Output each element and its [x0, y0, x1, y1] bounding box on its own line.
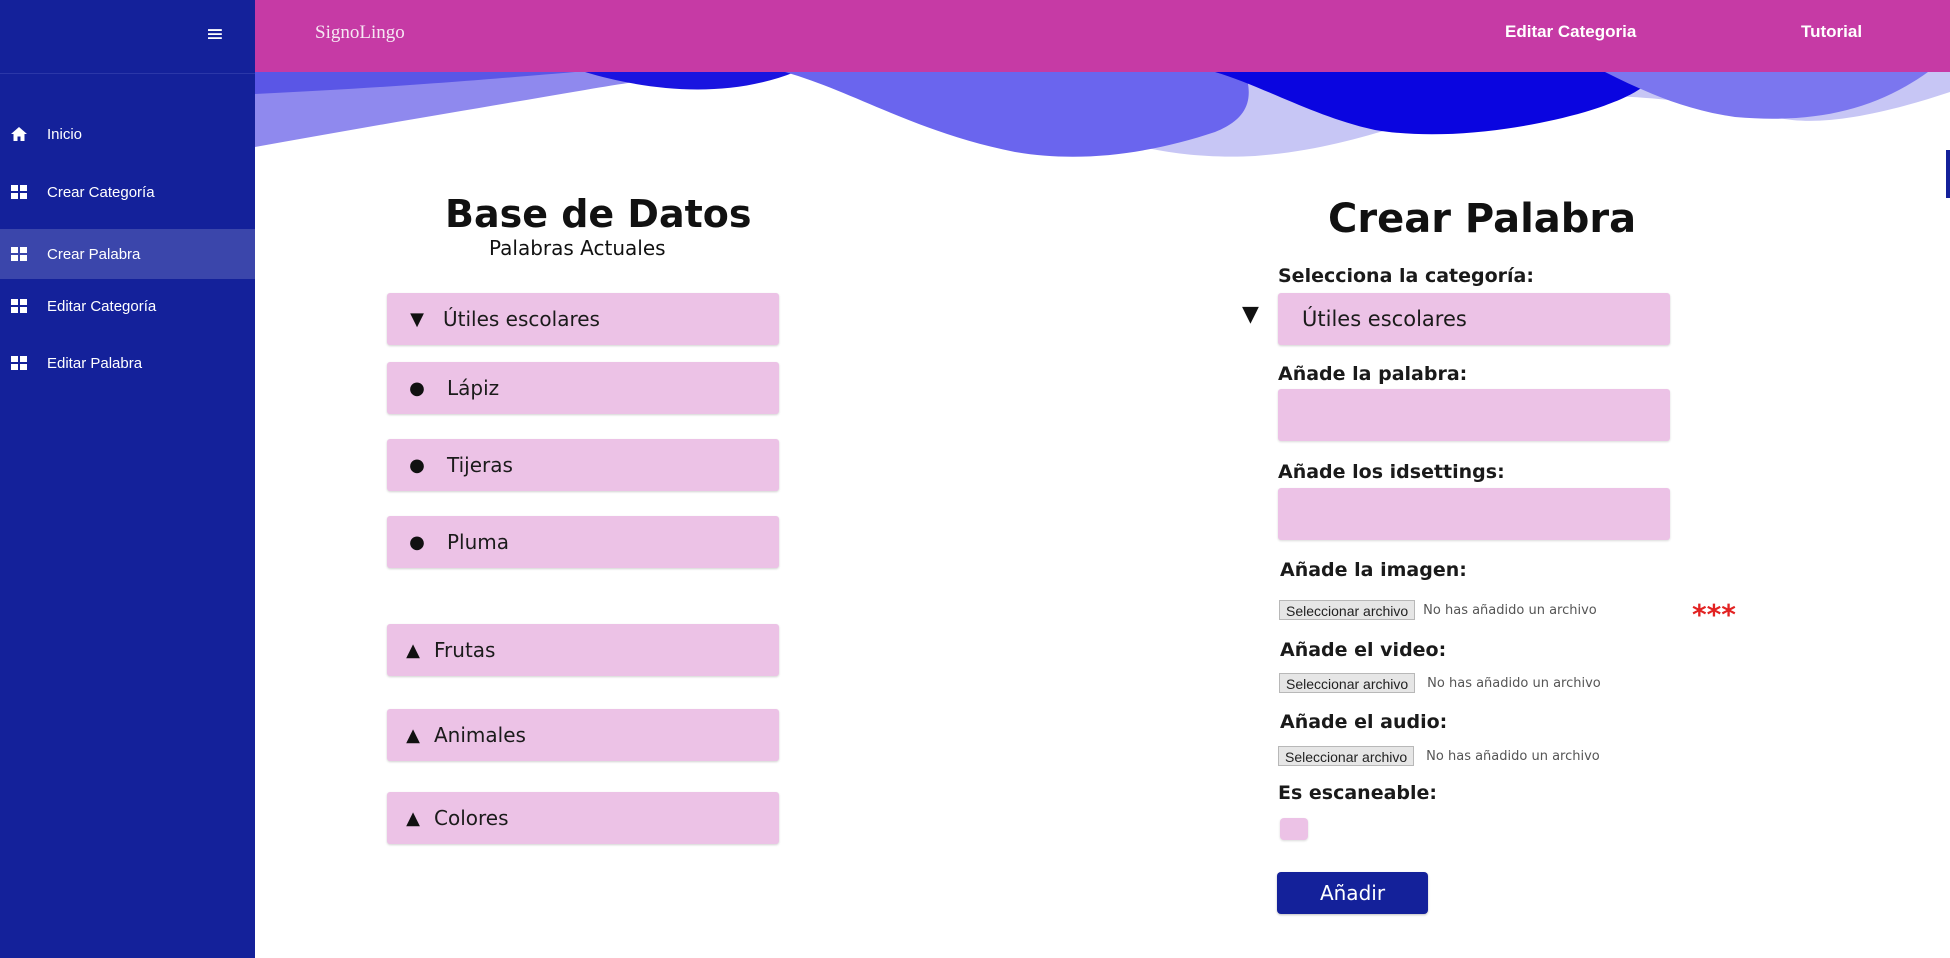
word-item-pluma[interactable]: ● Pluma — [387, 516, 779, 568]
scroll-edge-indicator — [1946, 150, 1950, 198]
sidebar-item-editar-categoria[interactable]: Editar Categoría — [0, 281, 255, 331]
sidebar-item-editar-palabra[interactable]: Editar Palabra — [0, 338, 255, 388]
sidebar-item-inicio[interactable]: Inicio — [0, 109, 255, 159]
sidebar: ≡ Inicio Crear Categoría Crear Palabra E… — [0, 0, 255, 958]
category-animales[interactable]: ▲ Animales — [387, 709, 779, 761]
video-file-status: No has añadido un archivo — [1427, 675, 1601, 691]
grid-icon — [10, 183, 28, 201]
word-label: Lápiz — [447, 376, 500, 400]
category-select[interactable]: Útiles escolares — [1278, 293, 1670, 345]
category-label: Animales — [434, 723, 526, 747]
word-input[interactable] — [1278, 389, 1670, 441]
category-frutas[interactable]: ▲ Frutas — [387, 624, 779, 676]
add-word-button-label: Añadir — [1319, 881, 1386, 905]
image-file-picker: Seleccionar archivo No has añadido un ar… — [1279, 600, 1597, 620]
word-field-label: Añade la palabra: — [1278, 363, 1468, 385]
decorative-waves — [255, 72, 1950, 157]
grid-icon — [10, 354, 28, 372]
image-file-status: No has añadido un archivo — [1423, 602, 1597, 618]
category-label: Útiles escolares — [443, 307, 600, 331]
video-file-button[interactable]: Seleccionar archivo — [1279, 673, 1416, 693]
bullet-icon: ● — [409, 454, 425, 476]
sidebar-item-label: Crear Categoría — [47, 183, 155, 201]
add-word-button[interactable]: Añadir — [1277, 872, 1428, 914]
form-title: Crear Palabra — [1328, 196, 1637, 242]
sidebar-item-label: Inicio — [47, 125, 83, 143]
scannable-field-label: Es escaneable: — [1278, 782, 1438, 804]
category-select-value: Útiles escolares — [1302, 307, 1467, 331]
sidebar-divider — [0, 73, 255, 74]
word-label: Pluma — [447, 530, 510, 554]
category-colores[interactable]: ▲ Colores — [387, 792, 779, 844]
audio-field-label: Añade el audio: — [1280, 711, 1448, 733]
dropdown-arrow-icon[interactable]: ▼ — [1242, 302, 1259, 327]
database-title: Base de Datos — [445, 192, 752, 236]
required-marker: *** — [1692, 598, 1736, 631]
category-select-label: Selecciona la categoría: — [1278, 265, 1534, 287]
nav-link-tutorial[interactable]: Tutorial — [1801, 22, 1862, 42]
audio-file-status: No has añadido un archivo — [1426, 748, 1600, 764]
sidebar-item-crear-categoria[interactable]: Crear Categoría — [0, 167, 255, 217]
category-label: Colores — [434, 806, 509, 830]
grid-icon — [10, 245, 28, 263]
database-subtitle: Palabras Actuales — [489, 236, 666, 260]
sidebar-item-label: Editar Palabra — [47, 354, 143, 372]
home-icon — [10, 125, 28, 143]
nav-link-editar-categoria[interactable]: Editar Categoria — [1505, 22, 1636, 42]
audio-file-picker: Seleccionar archivo No has añadido un ar… — [1278, 746, 1600, 766]
bullet-icon: ● — [409, 377, 425, 399]
video-file-picker: Seleccionar archivo No has añadido un ar… — [1279, 673, 1601, 693]
caret-down-icon: ▼ — [410, 308, 424, 330]
idsettings-field-label: Añade los idsettings: — [1278, 461, 1505, 483]
caret-up-icon: ▲ — [406, 807, 420, 829]
grid-icon — [10, 297, 28, 315]
image-file-button[interactable]: Seleccionar archivo — [1279, 600, 1416, 620]
video-field-label: Añade el video: — [1280, 639, 1447, 661]
image-field-label: Añade la imagen: — [1280, 559, 1467, 581]
hamburger-icon[interactable]: ≡ — [204, 22, 226, 48]
sidebar-item-label: Editar Categoría — [47, 297, 157, 315]
sidebar-item-label: Crear Palabra — [47, 245, 141, 263]
top-navbar: SignoLingo Editar Categoria Tutorial — [255, 0, 1950, 72]
audio-file-button[interactable]: Seleccionar archivo — [1278, 746, 1415, 766]
scannable-checkbox[interactable] — [1280, 818, 1308, 840]
caret-up-icon: ▲ — [406, 639, 420, 661]
word-label: Tijeras — [447, 453, 513, 477]
caret-up-icon: ▲ — [406, 724, 420, 746]
brand-logo[interactable]: SignoLingo — [315, 22, 405, 44]
word-item-lapiz[interactable]: ● Lápiz — [387, 362, 779, 414]
sidebar-item-crear-palabra[interactable]: Crear Palabra — [0, 229, 255, 279]
idsettings-input[interactable] — [1278, 488, 1670, 540]
bullet-icon: ● — [409, 531, 425, 553]
category-utiles-escolares[interactable]: ▼ Útiles escolares — [387, 293, 779, 345]
category-label: Frutas — [434, 638, 496, 662]
word-item-tijeras[interactable]: ● Tijeras — [387, 439, 779, 491]
